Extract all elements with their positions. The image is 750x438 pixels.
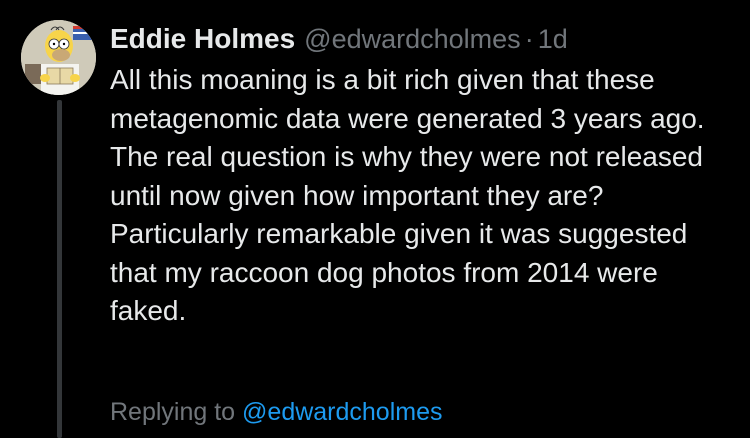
replying-to-context: Replying to @edwardcholmes	[110, 392, 443, 432]
replying-to-label: Replying to	[110, 398, 236, 426]
tweet-body: Eddie Holmes @edwardcholmes · 1d All thi…	[110, 18, 740, 331]
tweet-header: Eddie Holmes @edwardcholmes · 1d	[110, 18, 740, 60]
separator-dot: ·	[524, 24, 534, 54]
author-handle[interactable]: @edwardcholmes	[304, 18, 521, 60]
tweet-text: All this moaning is a bit rich given tha…	[110, 64, 705, 326]
author-display-name[interactable]: Eddie Holmes	[110, 18, 295, 60]
avatar[interactable]	[21, 20, 96, 95]
replying-to-mention-link[interactable]: @edwardcholmes	[242, 398, 442, 426]
thread-connector-line	[57, 100, 62, 438]
timestamp[interactable]: 1d	[538, 18, 568, 60]
user-avatar-cartoon-icon	[21, 20, 96, 95]
